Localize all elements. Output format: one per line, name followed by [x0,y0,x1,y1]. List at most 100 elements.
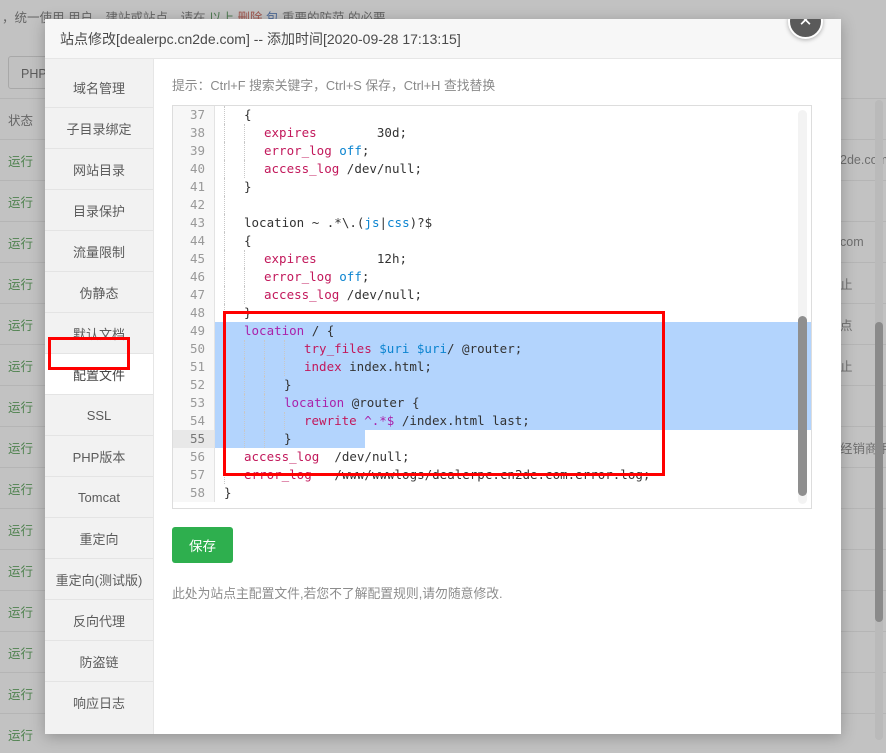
code-token: /dev/null; [334,449,410,464]
line-number: 49 [173,322,215,340]
sidebar-item-9[interactable]: PHP版本 [45,436,153,476]
config-code-editor[interactable]: 37 {38 expires 30d; 39 error_log off; 40 acces… [172,105,812,509]
modal-body: 域名管理 子目录绑定 网站目录 目录保护 流量限制 伪静态 默认文档 配置文件 SSL PHP版本… [45,59,841,734]
code-line[interactable]: 58} [173,484,811,502]
code-line[interactable]: 38 expires 30d; [173,124,811,142]
line-number: 43 [173,214,215,232]
indent-guide [244,250,246,268]
code-token: rewrite [304,413,365,428]
code-token: $uri $uri [379,341,447,356]
line-number: 44 [173,232,215,250]
modal-sidebar: 域名管理 子目录绑定 网站目录 目录保护 流量限制 伪静态 默认文档 配置文件 SSL PHP版本… [45,59,154,734]
code-text: error_log /www/wwwlogs/dealerpc.cn2de.co… [215,466,811,484]
sidebar-item-3[interactable]: 目录保护 [45,190,153,230]
code-line[interactable]: 46 error_log off; [173,268,811,286]
code-line[interactable]: 43 location ~ .*\.(js|css)?$ [173,214,811,232]
line-number: 40 [173,160,215,178]
indent-guide [244,394,246,412]
sidebar-item-8[interactable]: SSL [45,395,153,435]
code-line[interactable]: 37 { [173,106,811,124]
code-line[interactable]: 39 error_log off; [173,142,811,160]
sidebar-item-15[interactable]: 响应日志 [45,682,153,722]
code-line[interactable]: 57 error_log /www/wwwlogs/dealerpc.cn2de.… [173,466,811,484]
line-number: 38 [173,124,215,142]
code-line[interactable]: 47 access_log /dev/null; [173,286,811,304]
indent-guide [224,214,226,232]
save-button[interactable]: 保存 [172,527,233,563]
line-number: 37 [173,106,215,124]
code-line[interactable]: 53 location @router { [173,394,811,412]
indent-guide [244,376,246,394]
code-tokens: access_log /dev/null; [244,449,410,464]
sidebar-item-12[interactable]: 重定向(测试版) [45,559,153,599]
sidebar-item-4[interactable]: 流量限制 [45,231,153,271]
code-line[interactable]: 40 access_log /dev/null; [173,160,811,178]
code-token: { [244,107,252,122]
code-line[interactable]: 52} [173,376,811,394]
sidebar-item-7[interactable]: 配置文件 [45,354,153,394]
indent-guide [224,106,226,124]
code-token: /dev/null; [346,287,423,302]
code-text: error_log off; [215,268,811,286]
line-number: 46 [173,268,215,286]
code-text: } [215,430,811,448]
indent-guide [224,448,226,466]
code-text: } [215,178,811,196]
indent-guide [264,358,266,376]
sidebar-item-label: 重定向 [79,531,119,547]
code-tokens: } [284,431,292,446]
sidebar-item-11[interactable]: 重定向 [45,518,153,558]
code-tokens: try_files $uri $uri/ @router; [304,341,522,356]
sidebar-item-label: PHP版本 [72,449,126,465]
indent-guide [264,376,266,394]
code-text: location / { [215,322,811,340]
sidebar-item-6[interactable]: 默认文档 [45,313,153,353]
code-token: index.html; [349,359,432,374]
code-line[interactable]: 44 { [173,232,811,250]
sidebar-item-1[interactable]: 子目录绑定 [45,108,153,148]
code-token: 12h; [316,251,407,266]
line-number: 42 [173,196,215,214]
indent-guide [244,142,246,160]
line-number: 54 [173,412,215,430]
code-line[interactable]: 41} [173,178,811,196]
code-token: error_log [264,143,340,158]
sidebar-item-10[interactable]: Tomcat [45,477,153,517]
code-line[interactable]: 50 try_files $uri $uri/ @router; [173,340,811,358]
code-line[interactable]: 56 access_log /dev/null; [173,448,811,466]
sidebar-item-14[interactable]: 防盗链 [45,641,153,681]
editor-scrollbar-thumb[interactable] [798,316,807,496]
modal-title: 站点修改[dealerpc.cn2de.com] -- 添加时间[2020-09… [60,30,461,47]
line-number: 50 [173,340,215,358]
sidebar-item-label: 反向代理 [72,613,125,629]
code-text: try_files $uri $uri/ @router; [215,340,811,358]
code-line[interactable]: 49 location / { [173,322,811,340]
sidebar-item-5[interactable]: 伪静态 [45,272,153,312]
sidebar-item-2[interactable]: 网站目录 [45,149,153,189]
code-token: | [379,215,388,230]
code-line[interactable]: 48} [173,304,811,322]
sidebar-item-13[interactable]: 反向代理 [45,600,153,640]
line-number: 48 [173,304,215,322]
line-number: 41 [173,178,215,196]
code-token: location [244,323,305,338]
line-number: 52 [173,376,215,394]
code-line[interactable]: 54 rewrite ^.*$ /index.html last; [173,412,811,430]
code-token: ; [361,269,370,284]
code-line[interactable]: 51 index index.html; [173,358,811,376]
code-token: /dev/null; [346,161,423,176]
sidebar-item-0[interactable]: 域名管理 [45,67,153,107]
code-line[interactable]: 45 expires 12h; [173,250,811,268]
code-line[interactable]: 55} [173,430,811,448]
code-text: index index.html; [215,358,811,376]
code-token: try_files [304,341,380,356]
code-line[interactable]: 42 [173,196,811,214]
code-token: js [364,215,380,230]
code-token: )?$ [409,215,433,230]
indent-guide [244,340,246,358]
code-tokens: error_log off; [264,269,369,284]
indent-guide [224,160,226,178]
code-token: off [339,269,362,284]
code-token: expires [264,251,317,266]
indent-guide [224,304,226,322]
